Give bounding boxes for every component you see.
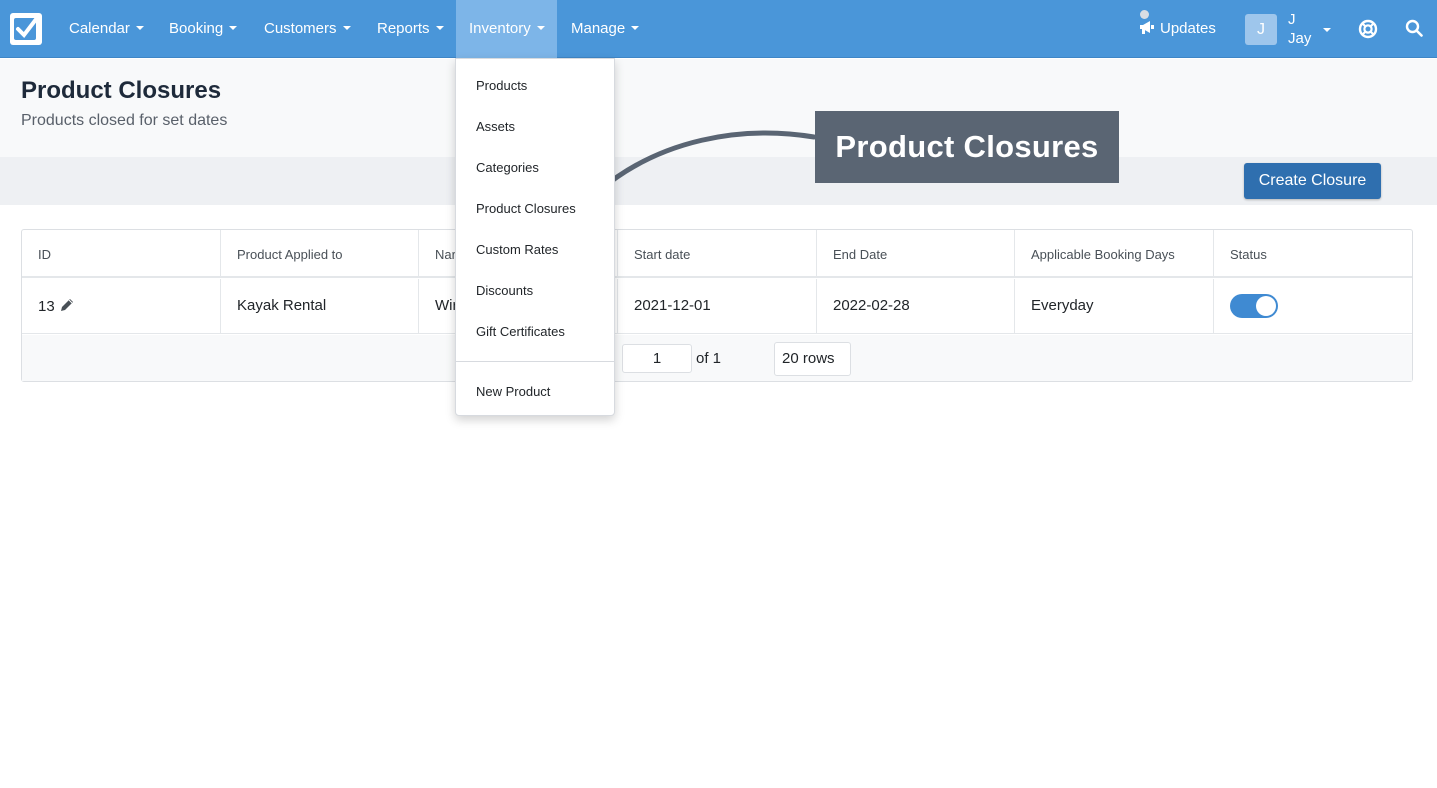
updates-button[interactable]: Updates [1138, 0, 1216, 58]
page-subtitle: Products closed for set dates [21, 112, 228, 129]
inventory-dropdown-menu: Products Assets Categories Product Closu… [455, 58, 615, 416]
user-name: Jay [1288, 30, 1312, 47]
nav-inventory[interactable]: Inventory [456, 0, 557, 58]
cell-product: Kayak Rental [221, 279, 419, 333]
toggle-knob [1256, 296, 1276, 316]
user-menu[interactable]: J Jay [1288, 10, 1311, 48]
header-cell-status[interactable]: Status [1214, 230, 1412, 276]
top-navbar: Calendar Booking Customers Reports Inven… [0, 0, 1437, 58]
rows-per-page-select[interactable]: 20 rows [774, 342, 851, 376]
header-label: Start date [634, 247, 691, 262]
header-cell-booking-days[interactable]: Applicable Booking Days [1015, 230, 1214, 276]
header-label: Applicable Booking Days [1031, 247, 1175, 262]
cell-booking-days: Everyday [1015, 279, 1214, 333]
annotation-callout: Product Closures [815, 111, 1119, 183]
pencil-edit-icon[interactable] [59, 297, 75, 313]
user-initial: J [1288, 11, 1296, 28]
search-icon[interactable] [1405, 19, 1423, 37]
notification-dot-icon [1140, 10, 1149, 19]
menu-item-discounts[interactable]: Discounts [476, 283, 533, 298]
avatar[interactable]: J [1245, 14, 1277, 45]
header-label: End Date [833, 247, 888, 262]
nav-manage-label: Manage [571, 20, 626, 37]
nav-inventory-label: Inventory [469, 20, 531, 37]
logo-checkbox-icon[interactable] [10, 13, 42, 45]
create-closure-button[interactable]: Create Closure [1244, 163, 1381, 199]
menu-item-gift-certificates[interactable]: Gift Certificates [476, 324, 565, 339]
nav-booking-label: Booking [169, 20, 224, 37]
chevron-down-icon [229, 26, 238, 30]
header-label: Status [1230, 247, 1267, 262]
row-booking-days: Everyday [1031, 297, 1094, 314]
header-cell-start-date[interactable]: Start date [618, 230, 817, 276]
updates-label: Updates [1160, 20, 1216, 37]
menu-item-assets[interactable]: Assets [476, 119, 515, 134]
nav-reports-label: Reports [377, 20, 430, 37]
nav-manage[interactable]: Manage [558, 0, 652, 58]
chevron-down-icon[interactable] [1323, 28, 1331, 32]
header-label: Nar [435, 247, 456, 262]
header-cell-id[interactable]: ID [22, 230, 221, 276]
row-id-value: 13 [38, 298, 55, 315]
cell-id: 13 [22, 279, 221, 333]
cell-end-date: 2022-02-28 [817, 279, 1015, 333]
chevron-down-icon [135, 26, 144, 30]
cell-start-date: 2021-12-01 [618, 279, 817, 333]
closures-table: ID Product Applied to Nar Start date End… [21, 229, 1413, 382]
table-row[interactable]: 13 Kayak Rental Wir 2021-12-01 2022-02-2… [22, 279, 1412, 334]
menu-divider [456, 361, 614, 362]
chevron-down-icon [631, 26, 640, 30]
menu-item-categories[interactable]: Categories [476, 160, 539, 175]
lifebuoy-help-icon[interactable] [1358, 19, 1378, 39]
header-label: Product Applied to [237, 247, 343, 262]
nav-customers[interactable]: Customers [251, 0, 364, 58]
menu-item-custom-rates[interactable]: Custom Rates [476, 242, 558, 257]
table-header: ID Product Applied to Nar Start date End… [22, 230, 1412, 278]
row-start-date: 2021-12-01 [634, 297, 711, 314]
nav-booking[interactable]: Booking [156, 0, 250, 58]
page-of-label: of 1 [696, 350, 722, 367]
menu-item-product-closures[interactable]: Product Closures [476, 201, 576, 216]
nav-customers-label: Customers [264, 20, 337, 37]
chevron-down-icon [342, 26, 351, 30]
row-end-date: 2022-02-28 [833, 297, 910, 314]
page-title: Product Closures [21, 77, 222, 104]
menu-item-products[interactable]: Products [476, 78, 527, 93]
header-cell-product[interactable]: Product Applied to [221, 230, 419, 276]
header-cell-end-date[interactable]: End Date [817, 230, 1015, 276]
cell-status [1214, 279, 1412, 333]
nav-calendar-label: Calendar [69, 20, 130, 37]
chevron-down-icon [536, 26, 545, 30]
menu-item-new-product[interactable]: New Product [476, 384, 550, 399]
status-toggle[interactable] [1230, 294, 1278, 318]
megaphone-icon [1140, 21, 1154, 34]
chevron-down-icon [435, 26, 444, 30]
nav-reports[interactable]: Reports [364, 0, 457, 58]
row-id: 13 [38, 297, 75, 315]
header-label: ID [38, 247, 51, 262]
row-product: Kayak Rental [237, 297, 327, 314]
page-number-input[interactable]: 1 [622, 344, 692, 373]
nav-calendar[interactable]: Calendar [56, 0, 157, 58]
